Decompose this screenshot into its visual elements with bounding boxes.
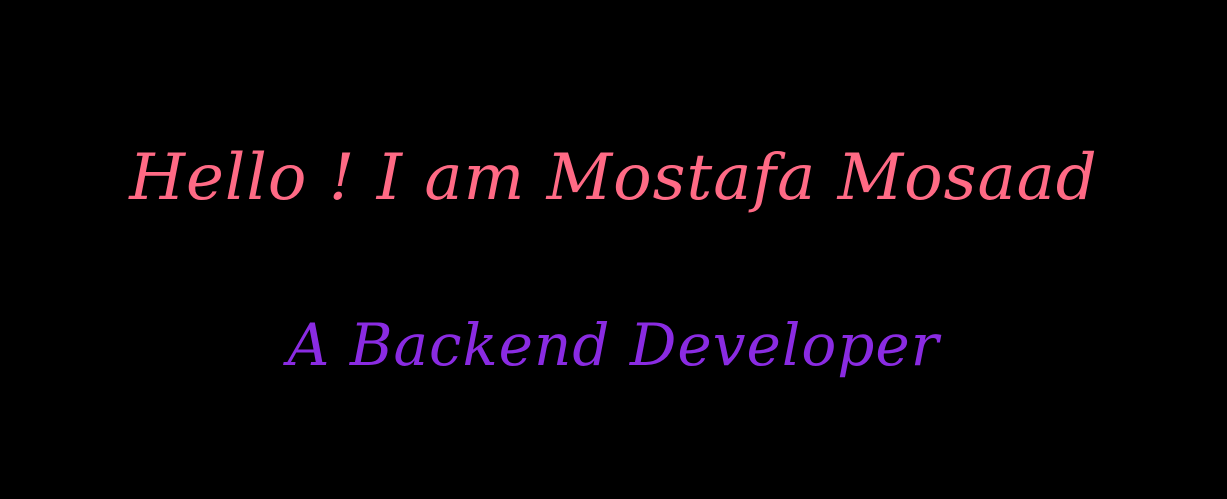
hero-section: Hello ! I am Mostafa Mosaad A Backend De… xyxy=(0,0,1227,499)
greeting-heading: Hello ! I am Mostafa Mosaad xyxy=(129,141,1098,215)
role-subheading: A Backend Developer xyxy=(287,311,940,379)
